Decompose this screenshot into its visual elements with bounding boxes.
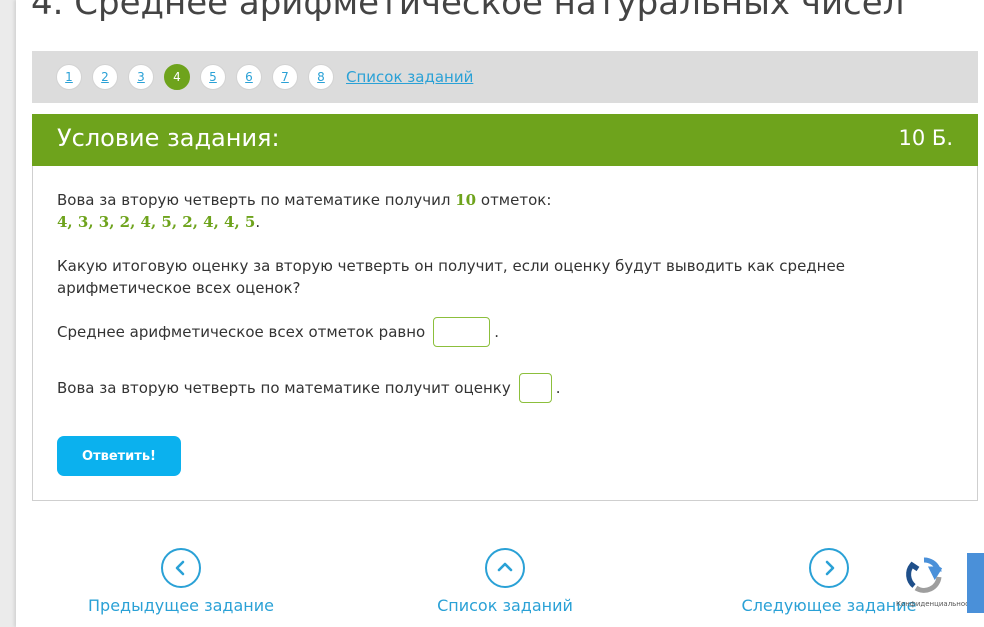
task-list-bottom-link[interactable]: Список заданий <box>430 548 580 615</box>
page-link-1[interactable]: 1 <box>56 64 82 90</box>
page-link-6[interactable]: 6 <box>236 64 262 90</box>
task-card-title: Условие задания: <box>57 124 280 152</box>
marks-count: 10 <box>455 191 477 209</box>
page-link-3[interactable]: 3 <box>128 64 154 90</box>
problem-statement: Вова за вторую четверть по математике по… <box>57 189 937 211</box>
mean-answer-row: Среднее арифметическое всех отметок равн… <box>57 315 937 349</box>
task-list-bottom-label: Список заданий <box>437 596 573 615</box>
page-link-2[interactable]: 2 <box>92 64 118 90</box>
task-card: Условие задания: 10 Б. Вова за вторую че… <box>32 114 978 501</box>
recaptcha-icon <box>906 557 943 593</box>
page-link-4-current[interactable]: 4 <box>164 64 190 90</box>
grade-period: . <box>555 379 561 397</box>
marks-line: 4, 3, 3, 2, 4, 5, 2, 4, 4, 5. <box>57 211 937 233</box>
marks-period: . <box>255 213 261 231</box>
task-pagination: 1 2 3 4 5 6 7 8 Список заданий <box>32 51 978 103</box>
pagination-list: 1 2 3 4 5 6 7 8 Список заданий <box>56 64 473 90</box>
task-body: Вова за вторую четверть по математике по… <box>57 189 937 405</box>
page: 4. Среднее арифметическое натуральных чи… <box>16 0 984 627</box>
problem-prefix: Вова за вторую четверть по математике по… <box>57 191 451 209</box>
page-link-5[interactable]: 5 <box>200 64 226 90</box>
chevron-right-icon <box>809 548 849 588</box>
mean-answer-input[interactable] <box>433 317 491 347</box>
chevron-up-icon <box>485 548 525 588</box>
mean-period: . <box>494 323 499 341</box>
prev-task-link[interactable]: Предыдущее задание <box>86 548 276 615</box>
grade-label: Вова за вторую четверть по математике по… <box>57 379 511 397</box>
marks-list: 4, 3, 3, 2, 4, 5, 2, 4, 4, 5 <box>57 213 256 231</box>
page-link-7[interactable]: 7 <box>272 64 298 90</box>
recaptcha-badge[interactable]: Конфиденциальность <box>896 555 977 615</box>
chevron-left-icon <box>161 548 201 588</box>
side-feedback-tab[interactable] <box>967 553 984 613</box>
task-score: 10 Б. <box>898 126 953 150</box>
task-card-header: Условие задания: 10 Б. <box>32 114 978 166</box>
grade-answer-input[interactable] <box>518 373 552 403</box>
grade-answer-row: Вова за вторую четверть по математике по… <box>57 371 937 405</box>
question-text: Какую итоговую оценку за вторую четверть… <box>57 257 845 297</box>
prev-task-label: Предыдущее задание <box>88 596 274 615</box>
page-link-8[interactable]: 8 <box>308 64 334 90</box>
task-list-link[interactable]: Список заданий <box>346 68 473 86</box>
recaptcha-privacy-text: Конфиденциальность <box>896 600 978 608</box>
mean-label: Среднее арифметическое всех отметок равн… <box>57 323 426 341</box>
problem-suffix: отметок: <box>480 191 552 209</box>
page-title: 4. Среднее арифметическое натуральных чи… <box>31 0 905 23</box>
submit-answer-button[interactable]: Ответить! <box>57 436 181 476</box>
